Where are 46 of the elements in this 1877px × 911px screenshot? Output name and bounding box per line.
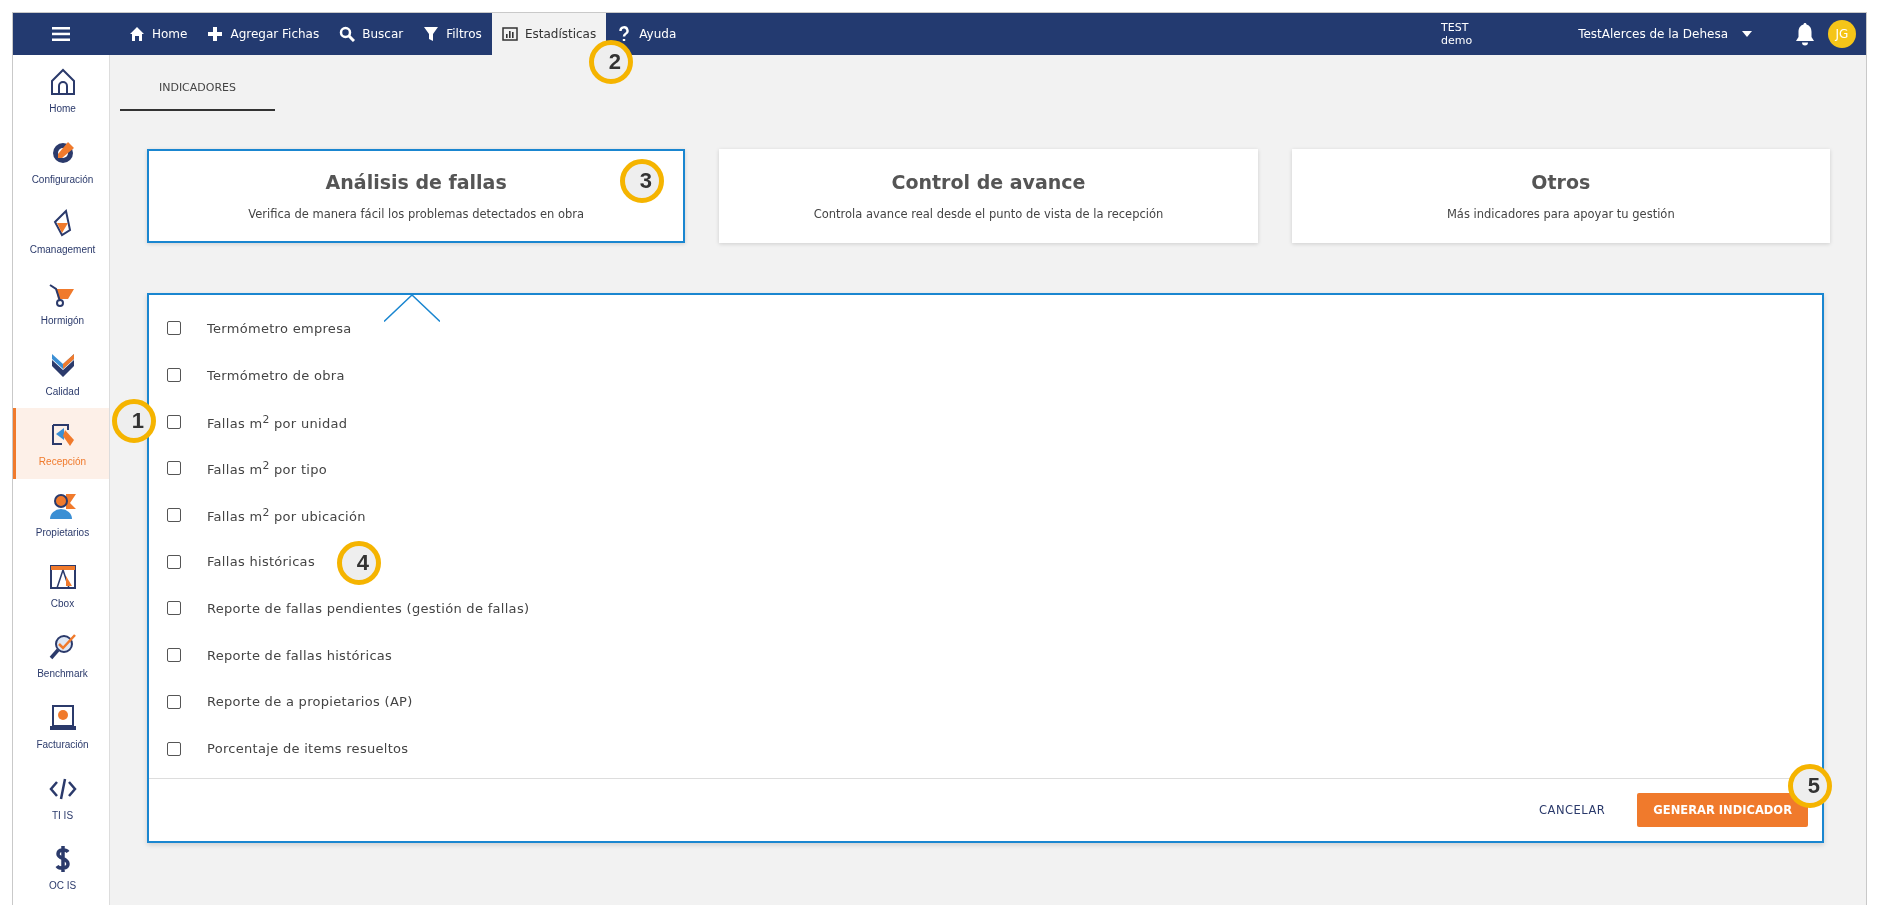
indicator-label: Fallas m$^{2}$ por tipo: [207, 459, 328, 478]
caret-icon: [1742, 31, 1752, 37]
indicator-label: Reporte de fallas pendientes (gestión de fallas): [207, 600, 530, 616]
checkbox[interactable]: [167, 554, 181, 569]
cancel-button[interactable]: CANCELAR: [1531, 794, 1614, 825]
indicator-label: Fallas históricas: [207, 554, 315, 570]
project-dropdown[interactable]: TestAlerces de la Dehesa: [1572, 26, 1758, 42]
environment-label: TEST: [1441, 21, 1470, 34]
checkbox[interactable]: [167, 461, 181, 476]
nav-item[interactable]: Estadísticas: [491, 13, 607, 55]
checkbox[interactable]: [167, 368, 181, 383]
category-card[interactable]: Control de avance Controla avance real desde el punto de vista de la recepción: [719, 149, 1258, 243]
nav-item[interactable]: Filtros: [413, 13, 492, 55]
checkbox[interactable]: [167, 321, 181, 336]
indicator-label: Fallas m$^{2}$ por ubicación: [207, 505, 366, 525]
category-card[interactable]: Otros Más indicadores para apoyar tu gestión: [1291, 149, 1830, 243]
nav-item[interactable]: Buscar: [329, 13, 414, 55]
checkbox[interactable]: [167, 508, 181, 523]
checkbox[interactable]: [167, 601, 181, 616]
checkbox[interactable]: [167, 414, 181, 429]
indicator-label: Porcentaje de items resueltos: [207, 741, 409, 757]
nav-item[interactable]: Agregar Fichas: [197, 13, 330, 55]
checkbox[interactable]: [167, 694, 181, 709]
indicator-label: Fallas m$^{2}$ por unidad: [207, 412, 348, 431]
indicator-label: Reporte de a propietarios (AP): [207, 694, 413, 710]
card-subtitle: Verifica de manera fácil los problemas detectados en obra: [248, 207, 585, 221]
indicator-label: Reporte de fallas históricas: [207, 647, 393, 663]
card-title: Otros: [1531, 171, 1591, 193]
card-title: Control de avance: [891, 171, 1086, 193]
indicator-label: Termómetro de obra: [207, 367, 345, 383]
search-icon: [339, 26, 356, 42]
indicator-label: Termómetro empresa: [207, 320, 352, 336]
nav-item[interactable]: Home: [119, 13, 198, 55]
indicators-tab[interactable]: INDICADORES: [120, 65, 275, 111]
bar-chart-icon: [501, 26, 518, 42]
environment-label: demo: [1441, 34, 1473, 47]
card-title: Análisis de fallas: [325, 171, 507, 193]
plus-icon: [207, 26, 224, 42]
card-subtitle: Más indicadores para apoyar tu gestión: [1446, 207, 1675, 221]
checkbox[interactable]: [167, 741, 181, 756]
bell-icon[interactable]: [1794, 22, 1816, 46]
menu-icon: [52, 27, 70, 41]
filter-icon: [423, 26, 440, 42]
home-icon: [129, 26, 145, 42]
card-subtitle: Controla avance real desde el punto de vista de la recepción: [813, 207, 1164, 221]
checkbox[interactable]: [167, 648, 181, 663]
